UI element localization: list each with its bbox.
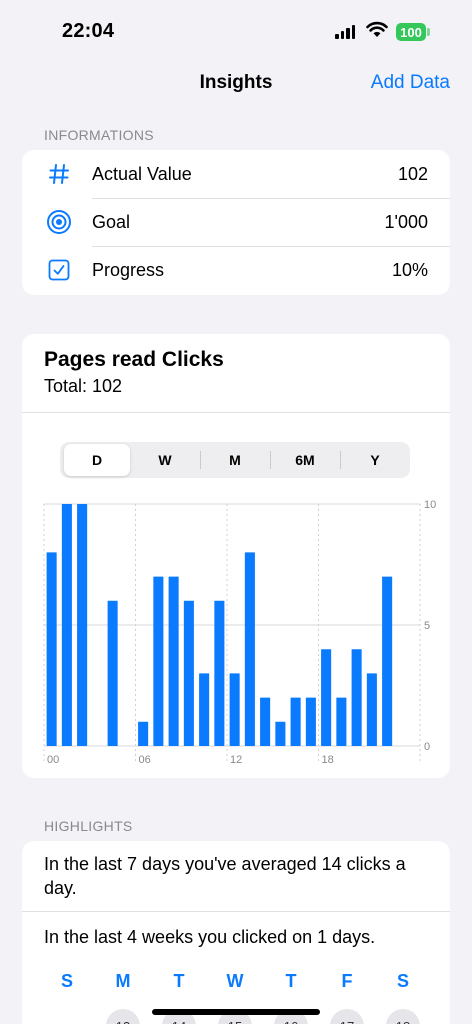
informations-card: Actual Value 102 Goal 1'000 Progress 10% [22,150,450,295]
segment-week[interactable]: W [132,444,198,476]
highlight-divider [22,911,450,912]
informations-header: INFORMATIONS [44,127,154,143]
hash-icon [46,161,72,187]
battery-icon: 100 [396,23,426,41]
highlight-average-text: In the last 7 days you've averaged 14 cl… [44,854,406,898]
highlights-header: HIGHLIGHTS [44,818,133,834]
chart-total: Total: 102 [44,376,123,396]
calendar-day[interactable]: 18 [386,1009,420,1024]
bar [336,697,347,746]
calendar-day[interactable]: 13 [106,1009,140,1024]
weekday-label: F [341,971,353,991]
checkbox-icon [46,257,72,283]
info-label: Goal [92,211,131,232]
bar [290,697,301,746]
bar [321,649,332,746]
y-tick-label: 0 [424,741,430,753]
chart-card: Pages read Clicks Total: 102 D W M 6M Y … [22,334,450,778]
bar [199,673,210,746]
bar [382,576,393,746]
segment-divider [270,451,271,469]
segment-divider [200,451,201,469]
segment-six-months[interactable]: 6M [272,444,338,476]
weekday-label: M [115,971,131,991]
segment-year[interactable]: Y [342,444,408,476]
bar [214,600,225,746]
weekday-label: S [60,971,73,991]
bar [229,673,240,746]
x-tick-label: 00 [47,754,59,766]
calendar-day[interactable]: 17 [330,1009,364,1024]
battery-tip [427,28,430,36]
info-value: 10% [391,259,428,280]
weekday-label: T [285,971,297,991]
bar [183,600,194,746]
highlight-days-text: In the last 4 weeks you clicked on 1 day… [44,927,376,947]
x-tick-label: 06 [139,754,151,766]
weekday-label: S [396,971,409,991]
bar [153,576,164,746]
bar [61,504,72,746]
segment-divider [340,451,341,469]
wifi-icon [366,21,388,37]
info-value: 1'000 [384,211,428,232]
home-indicator [152,1009,320,1015]
bar [244,552,255,746]
info-row-goal: Goal 1'000 [22,198,450,246]
y-tick-label: 10 [424,499,436,511]
chart-title: Pages read Clicks [44,348,224,371]
time-range-segmented-control: D W M 6M Y [60,442,410,478]
status-time: 22:04 [62,20,115,42]
segment-day[interactable]: D [64,444,130,476]
info-row-progress: Progress 10% [22,246,450,294]
status-bar: 22:04 100 [0,0,472,60]
highlights-card: In the last 7 days you've averaged 14 cl… [22,841,450,1024]
add-data-button[interactable]: Add Data [371,72,450,94]
x-tick-label: 12 [230,754,242,766]
bar [107,600,118,746]
segment-month[interactable]: M [202,444,268,476]
info-label: Actual Value [92,163,192,184]
info-label: Progress [92,259,165,280]
y-tick-label: 5 [424,620,430,632]
bar [366,673,377,746]
cellular-signal-icon [335,25,355,39]
weekday-label: T [173,971,185,991]
x-tick-label: 18 [322,754,334,766]
bar [46,552,57,746]
bar-chart: 105000 06 12 18 [43,499,436,766]
info-row-actual-value: Actual Value 102 [22,150,450,198]
info-value: 102 [397,163,428,184]
bar [351,649,362,746]
target-icon [46,209,72,235]
bar [305,697,316,746]
chart-divider [22,412,450,413]
weekday-label: W [226,971,244,991]
bar [260,697,271,746]
bar [168,576,179,746]
bar [138,721,149,746]
bar [77,504,88,746]
bar [275,721,286,746]
